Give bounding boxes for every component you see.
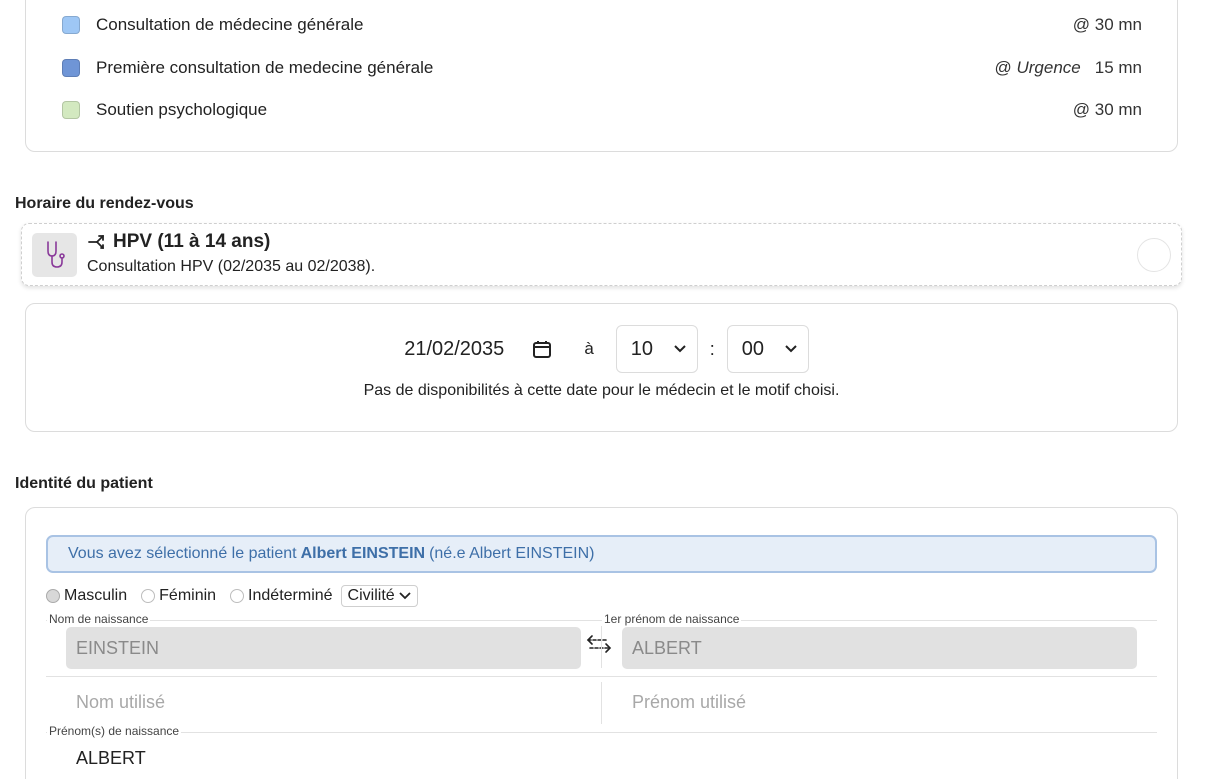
motif-item[interactable]: Consultation de médecine générale @ 30 m… [62,13,1142,37]
prenoms-naissance-input[interactable]: ALBERT [76,748,146,769]
gender-option-indetermine[interactable]: Indéterminé [230,587,333,605]
motif-color-swatch [62,16,80,34]
hour-select[interactable]: 10 [615,325,698,373]
section-title-identity: Identité du patient [15,475,153,492]
chevron-down-icon [785,345,797,353]
motif-color-swatch [62,59,80,77]
prenom-utilise-input[interactable]: Prénom utilisé [632,692,746,713]
motif-tag: Urgence [1016,58,1081,77]
a-label: à [584,339,594,358]
banner-patient-name: Albert EINSTEIN [300,545,426,562]
swap-arrows-icon[interactable] [584,632,614,656]
motif-label: Consultation de médecine générale [96,15,364,34]
stethoscope-icon [32,233,77,277]
radio-icon[interactable] [141,589,156,603]
chevron-down-icon [399,592,411,600]
banner-suffix: (né.e Albert EINSTEIN) [429,545,595,562]
motif-duration: @ 30 mn [1072,15,1142,34]
motif-item[interactable]: Première consultation de medecine généra… [62,56,1142,80]
label-nom-naissance: Nom de naissance [47,612,151,626]
vaccine-card[interactable]: HPV (11 à 14 ans) Consultation HPV (02/2… [21,223,1182,286]
motif-list: Consultation de médecine générale @ 30 m… [25,0,1178,152]
motif-color-swatch [62,101,80,119]
date-picker-card: 21/02/2035 à 10 : 00 Pas de disponibilit… [25,303,1178,432]
nom-naissance-input[interactable]: EINSTEIN [66,627,581,669]
date-value: 21/02/2035 [404,337,505,360]
prenom-naissance-input[interactable]: ALBERT [622,627,1137,669]
divider [601,682,602,724]
divider [46,676,1157,677]
date-input[interactable]: 21/02/2035 [394,338,562,361]
no-availability-message: Pas de disponibilités à cette date pour … [363,382,840,399]
minute-select[interactable]: 00 [726,325,809,373]
divider [46,732,1157,733]
vaccine-subtitle: Consultation HPV (02/2035 au 02/2038). [87,258,376,275]
section-title-horaire: Horaire du rendez-vous [15,195,194,212]
share-nodes-icon [88,235,104,249]
civilite-select[interactable]: Civilité [340,585,418,607]
motif-duration: 15 mn [1094,58,1142,77]
motif-label: Soutien psychologique [96,100,268,119]
motif-item[interactable]: Soutien psychologique @ 30 mn [62,98,1142,122]
motif-duration: @ 30 mn [1072,100,1142,119]
selected-patient-banner: Vous avez sélectionné le patient Albert … [46,535,1157,573]
radio-icon[interactable] [230,589,245,603]
label-prenom-naissance: 1er prénom de naissance [602,612,742,626]
gender-option-feminin[interactable]: Féminin [141,587,216,605]
time-colon: : [709,338,715,359]
radio-icon[interactable] [46,589,60,603]
nom-utilise-input[interactable]: Nom utilisé [76,692,165,713]
gender-option-masculin[interactable]: Masculin [46,587,127,605]
vaccine-select-radio[interactable] [1137,238,1171,272]
chevron-down-icon [674,345,686,353]
divider [601,626,602,668]
vaccine-title: HPV (11 à 14 ans) [113,231,271,252]
gender-selector: Masculin Féminin Indéterminé Civilité [46,585,418,607]
banner-prefix: Vous avez sélectionné le patient [68,545,297,562]
minute-value: 00 [741,337,765,360]
calendar-icon[interactable] [532,339,552,359]
motif-label: Première consultation de medecine généra… [96,58,434,77]
motif-at: @ [994,58,1012,77]
label-prenoms-naissance: Prénom(s) de naissance [47,724,182,738]
identity-card: Vous avez sélectionné le patient Albert … [25,507,1178,779]
hour-value: 10 [630,337,654,360]
